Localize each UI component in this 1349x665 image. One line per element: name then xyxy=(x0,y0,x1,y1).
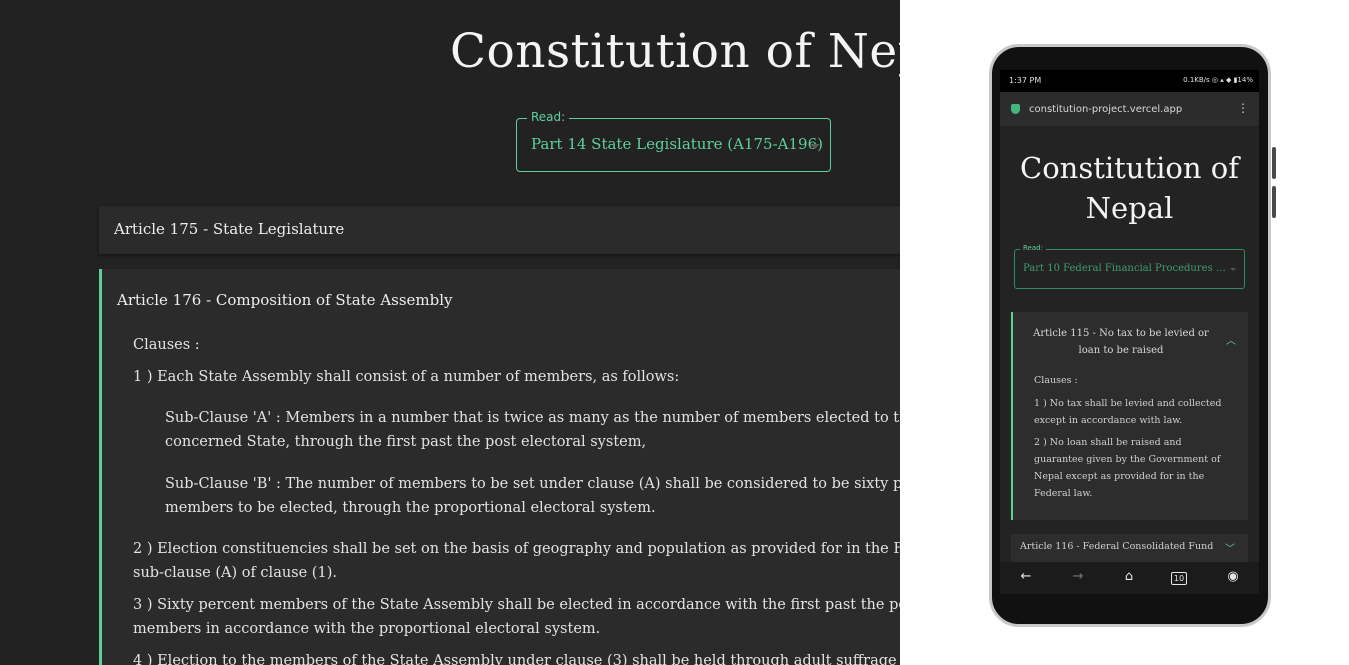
sub-clause-b: Sub-Clause 'B' : The number of members t… xyxy=(165,476,900,492)
phone-mockup-panel: 1:37 PM 0.1KB/s ◎ ▴ ◆ ▮14% constitution-… xyxy=(900,0,1349,665)
clauses-label: Clauses : xyxy=(133,337,200,353)
chevron-up-icon[interactable]: ︿ xyxy=(1226,332,1236,347)
secure-lock-icon xyxy=(1011,104,1020,114)
more-menu-icon[interactable]: ⋮ xyxy=(1237,101,1249,115)
status-bar: 1:37 PM 0.1KB/s ◎ ▴ ◆ ▮14% xyxy=(1000,70,1259,92)
sub-clause-a-cont: concerned State, through the first past … xyxy=(165,434,647,450)
mobile-clause-2: 2 ) No loan shall be raised and guarante… xyxy=(1034,437,1221,499)
status-time: 1:37 PM xyxy=(1009,76,1042,85)
mobile-clauses-label: Clauses : xyxy=(1034,375,1078,386)
select-legend: Read: xyxy=(527,110,570,124)
clause-1: 1 ) Each State Assembly shall consist of… xyxy=(133,369,680,385)
accordion-article-176[interactable]: Article 176 - Composition of State Assem… xyxy=(99,269,900,665)
mobile-part-select[interactable]: Read: Part 10 Federal Financial Procedur… xyxy=(1014,244,1245,289)
mobile-accordion-title: Article 115 - No tax to be levied or loa… xyxy=(1033,328,1209,356)
tabs-icon[interactable]: 10 xyxy=(1171,572,1187,585)
mobile-accordion-article-115[interactable]: Article 115 - No tax to be levied or loa… xyxy=(1011,312,1248,520)
mobile-accordion-article-116[interactable]: Article 116 - Federal Consolidated Fund … xyxy=(1011,534,1248,562)
phone-volume-button xyxy=(1272,147,1276,179)
clause-2-cont: sub-clause (A) of clause (1). xyxy=(133,565,337,581)
mobile-accordion-title: Article 116 - Federal Consolidated Fund xyxy=(1020,541,1214,552)
browser-bottom-nav: ← → ⌂ 10 ◉ xyxy=(1000,562,1259,594)
phone-power-button xyxy=(1272,186,1276,218)
back-icon[interactable]: ← xyxy=(1016,569,1036,584)
mobile-select-value: Part 10 Federal Financial Procedures (A1… xyxy=(1023,263,1228,274)
accordion-article-175[interactable]: Article 175 - State Legislature xyxy=(99,206,900,254)
mobile-clause-1: 1 ) No tax shall be levied and collected… xyxy=(1034,398,1222,426)
caret-down-icon xyxy=(1230,268,1236,271)
chevron-down-icon[interactable]: ﹀ xyxy=(1225,540,1235,555)
status-icons: 0.1KB/s ◎ ▴ ◆ ▮14% xyxy=(1183,76,1253,84)
select-value: Part 14 State Legislature (A175-A196) xyxy=(531,135,823,153)
clause-3-cont: members in accordance with the proportio… xyxy=(133,621,601,637)
clause-4: 4 ) Election to the members of the State… xyxy=(133,653,900,665)
browser-url-bar[interactable]: constitution-project.vercel.app ⋮ xyxy=(1000,92,1259,126)
sub-clause-b-cont: members to be elected, through the propo… xyxy=(165,500,656,516)
page-title: Constitution of Nepal xyxy=(450,24,900,79)
clause-3: 3 ) Sixty percent members of the State A… xyxy=(133,597,900,613)
home-icon[interactable]: ⌂ xyxy=(1119,569,1139,584)
accordion-title: Article 176 - Composition of State Assem… xyxy=(117,291,453,309)
phone-screen: 1:37 PM 0.1KB/s ◎ ▴ ◆ ▮14% constitution-… xyxy=(1000,70,1259,594)
caret-down-icon xyxy=(810,144,820,149)
url-text[interactable]: constitution-project.vercel.app xyxy=(1029,104,1182,115)
mobile-page-title: Constitution of Nepal xyxy=(1020,151,1239,225)
mobile-select-legend: Read: xyxy=(1020,244,1046,252)
clause-2: 2 ) Election constituencies shall be set… xyxy=(133,541,900,557)
sub-clause-a: Sub-Clause 'A' : Members in a number tha… xyxy=(165,410,900,426)
desktop-view: Constitution of Nepal Read: Part 14 Stat… xyxy=(0,0,900,665)
accordion-title: Article 175 - State Legislature xyxy=(114,220,345,238)
account-icon[interactable]: ◉ xyxy=(1223,569,1243,584)
part-select[interactable]: Read: Part 14 State Legislature (A175-A1… xyxy=(516,110,831,172)
forward-icon[interactable]: → xyxy=(1068,569,1088,584)
